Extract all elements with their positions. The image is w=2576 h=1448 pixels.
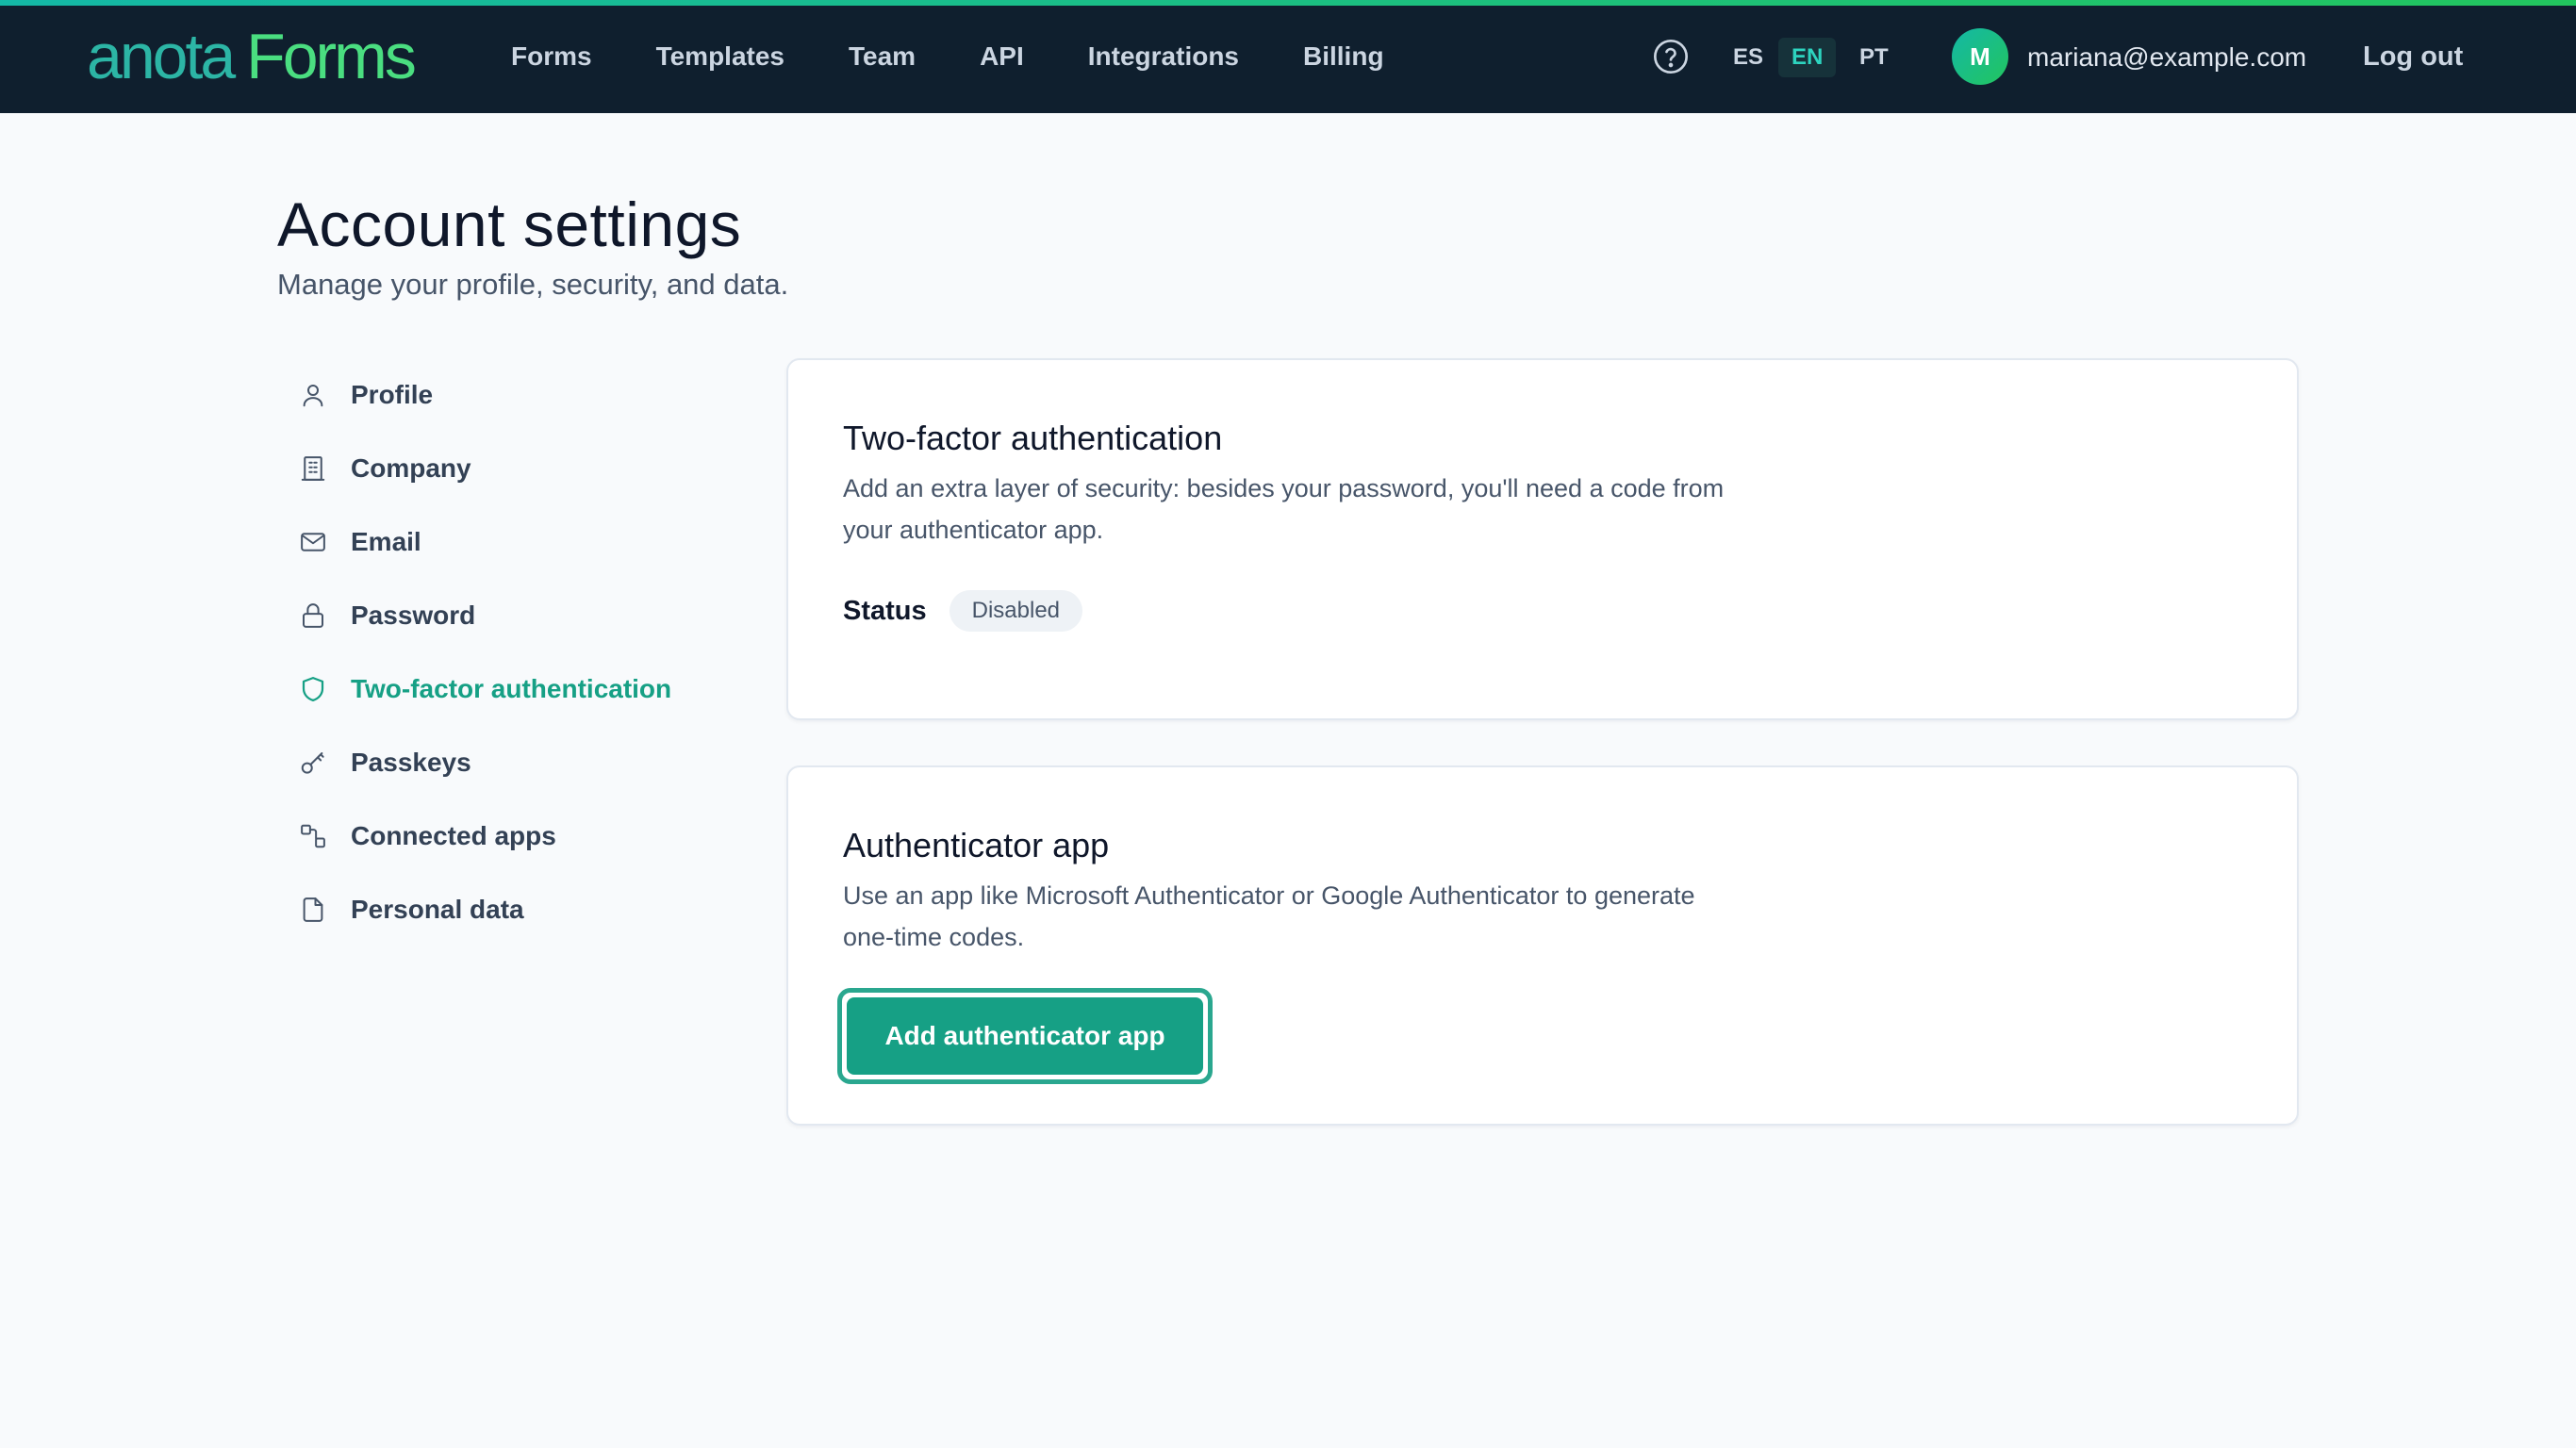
sidebar-item-label: Email bbox=[351, 527, 421, 556]
avatar[interactable]: M bbox=[1952, 28, 2008, 85]
nav-billing[interactable]: Billing bbox=[1271, 0, 1416, 113]
sidebar-item-label: Personal data bbox=[351, 895, 524, 924]
sidebar-item-password[interactable]: Password bbox=[277, 579, 768, 652]
question-circle-icon[interactable] bbox=[1652, 38, 1690, 75]
mail-icon bbox=[298, 527, 328, 557]
file-icon bbox=[298, 895, 328, 925]
building-icon bbox=[298, 453, 328, 484]
top-navigation-bar: anota Forms Forms Templates Team API Int… bbox=[0, 0, 2576, 113]
sidebar-item-label: Passkeys bbox=[351, 748, 471, 777]
key-icon bbox=[298, 748, 328, 778]
nav-team[interactable]: Team bbox=[817, 0, 948, 113]
sidebar-item-connected-apps[interactable]: Connected apps bbox=[277, 799, 768, 873]
language-es[interactable]: ES bbox=[1720, 38, 1776, 77]
sidebar-item-label: Password bbox=[351, 601, 476, 630]
sidebar-item-label: Two-factor authentication bbox=[351, 674, 672, 703]
header-tools: ES EN PT M mariana@example.com Log out bbox=[1633, 0, 2576, 113]
sidebar-item-two-factor-authentication[interactable]: Two-factor authentication bbox=[277, 652, 768, 726]
status-label: Status bbox=[843, 595, 927, 626]
logout-button[interactable]: Log out bbox=[2363, 36, 2463, 77]
sidebar-item-passkeys[interactable]: Passkeys bbox=[277, 726, 768, 799]
user-email[interactable]: mariana@example.com bbox=[2027, 38, 2306, 77]
nav-integrations[interactable]: Integrations bbox=[1056, 0, 1271, 113]
nav-templates[interactable]: Templates bbox=[624, 0, 817, 113]
authenticator-app-description: Use an app like Microsoft Authenticator … bbox=[843, 881, 1695, 951]
brand-logo[interactable]: anota Forms bbox=[87, 21, 417, 92]
add-authenticator-app-button-label: Add authenticator app bbox=[847, 997, 1203, 1075]
authenticator-app-card: Authenticator app Use an app like Micros… bbox=[786, 765, 2299, 1126]
page-subtitle: Manage your profile, security, and data. bbox=[277, 268, 789, 301]
connected-apps-icon bbox=[298, 821, 328, 851]
two-factor-title: Two-factor authentication bbox=[843, 419, 1223, 457]
brand-logo-word-2: Forms bbox=[246, 21, 417, 92]
sidebar-item-personal-data[interactable]: Personal data bbox=[277, 873, 768, 946]
main-nav: Forms Templates Team API Integrations Bi… bbox=[490, 0, 1416, 113]
nav-api[interactable]: API bbox=[948, 0, 1056, 113]
sidebar-item-label: Company bbox=[351, 453, 471, 483]
add-authenticator-app-button[interactable]: Add authenticator app bbox=[837, 988, 1213, 1084]
sidebar-item-company[interactable]: Company bbox=[277, 432, 768, 505]
lock-icon bbox=[298, 601, 328, 631]
user-icon bbox=[298, 380, 328, 410]
language-en[interactable]: EN bbox=[1778, 38, 1837, 77]
sidebar-item-profile[interactable]: Profile bbox=[277, 358, 768, 432]
settings-sidebar: Profile Company Email Password Two-facto… bbox=[277, 358, 768, 946]
two-factor-description: Add an extra layer of security: besides … bbox=[843, 474, 1725, 544]
authenticator-app-title: Authenticator app bbox=[843, 826, 1110, 864]
sidebar-item-label: Profile bbox=[351, 380, 434, 409]
shield-icon bbox=[298, 674, 328, 704]
two-factor-card: Two-factor authentication Add an extra l… bbox=[786, 358, 2299, 720]
language-pt[interactable]: PT bbox=[1846, 38, 1902, 77]
status-badge: Disabled bbox=[949, 590, 1083, 632]
two-factor-status: Status Disabled bbox=[843, 590, 1083, 632]
nav-forms[interactable]: Forms bbox=[490, 0, 624, 113]
page-title: Account settings bbox=[277, 189, 742, 259]
sidebar-item-label: Connected apps bbox=[351, 821, 556, 850]
brand-logo-word-1: anota bbox=[87, 21, 236, 92]
sidebar-item-email[interactable]: Email bbox=[277, 505, 768, 579]
